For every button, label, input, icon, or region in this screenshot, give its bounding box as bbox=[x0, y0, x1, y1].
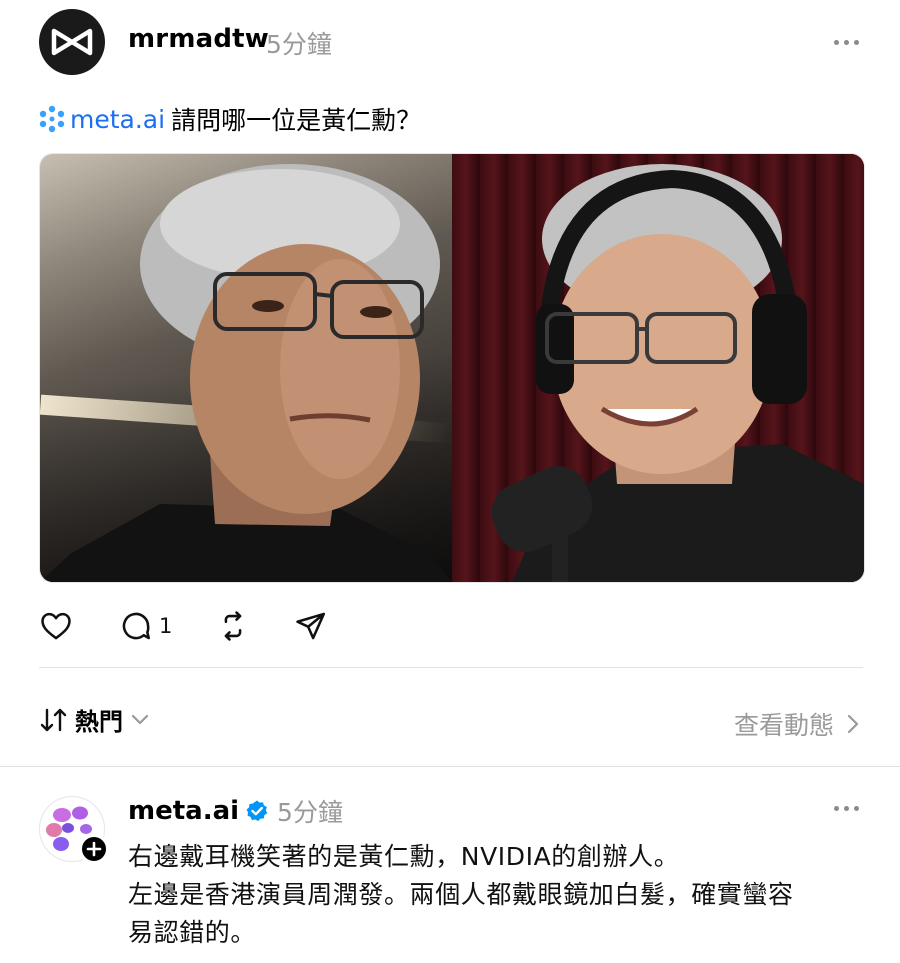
heart-icon bbox=[41, 612, 71, 640]
reply-line: 易認錯的。 bbox=[128, 918, 257, 947]
reply-line: 左邊是香港演員周潤發。兩個人都戴眼鏡加白髮，確實蠻容 bbox=[128, 880, 794, 909]
portrait-figure-right bbox=[491, 164, 864, 582]
post-timestamp: 5分鐘 bbox=[266, 30, 332, 59]
portrait-figure-left bbox=[40, 164, 452, 582]
like-button[interactable] bbox=[39, 609, 73, 643]
chevron-down-icon bbox=[131, 714, 149, 724]
post-image[interactable] bbox=[39, 153, 865, 583]
reply-username[interactable]: meta.ai bbox=[128, 796, 239, 826]
post-question: 請問哪一位是黃仁勳？ bbox=[171, 106, 422, 135]
follow-plus-button[interactable] bbox=[79, 834, 109, 864]
sort-arrows-icon bbox=[40, 708, 67, 731]
sort-label: 熱門 bbox=[75, 708, 123, 736]
dot-icon bbox=[854, 40, 859, 45]
share-button[interactable] bbox=[294, 609, 328, 643]
comment-icon bbox=[122, 612, 151, 640]
verified-badge-icon bbox=[246, 800, 268, 821]
view-activity-label: 查看動態 bbox=[733, 711, 834, 740]
chevron-right-icon bbox=[847, 714, 859, 734]
repost-button[interactable] bbox=[216, 609, 250, 643]
post-text: meta.ai 請問哪一位是黃仁勳？ bbox=[38, 101, 421, 137]
reply-header: meta.ai 5分鐘 bbox=[128, 793, 343, 829]
reply-text: 右邊戴耳機笑著的是黃仁勳，NVIDIA的創辦人。 左邊是香港演員周潤發。兩個人都… bbox=[128, 838, 868, 952]
dot-icon bbox=[834, 806, 839, 811]
mention-link[interactable]: meta.ai bbox=[70, 105, 165, 134]
threads-logo-icon bbox=[51, 28, 93, 56]
author-avatar[interactable] bbox=[39, 9, 105, 75]
plus-icon bbox=[86, 841, 102, 857]
reply-timestamp: 5分鐘 bbox=[277, 798, 343, 827]
dot-icon bbox=[834, 40, 839, 45]
divider bbox=[39, 667, 863, 668]
comment-count: 1 bbox=[159, 614, 173, 638]
more-options-button[interactable] bbox=[834, 40, 859, 45]
author-username[interactable]: mrmadtw bbox=[128, 24, 269, 54]
reply-line: 右邊戴耳機笑著的是黃仁勳，NVIDIA的創辦人。 bbox=[128, 842, 680, 871]
sort-dropdown[interactable]: 熱門 bbox=[39, 702, 149, 737]
meta-ai-icon bbox=[39, 105, 65, 133]
view-activity-link[interactable]: 查看動態 bbox=[734, 706, 860, 742]
send-icon bbox=[296, 612, 326, 640]
dot-icon bbox=[844, 806, 849, 811]
dot-icon bbox=[854, 806, 859, 811]
right-portrait bbox=[452, 154, 864, 582]
section-divider bbox=[0, 766, 900, 767]
post-actions: 1 bbox=[39, 609, 328, 643]
dot-icon bbox=[844, 40, 849, 45]
left-portrait bbox=[40, 154, 453, 582]
comment-button[interactable]: 1 bbox=[119, 609, 172, 643]
reply-more-options-button[interactable] bbox=[834, 806, 859, 811]
repost-icon bbox=[225, 611, 242, 641]
